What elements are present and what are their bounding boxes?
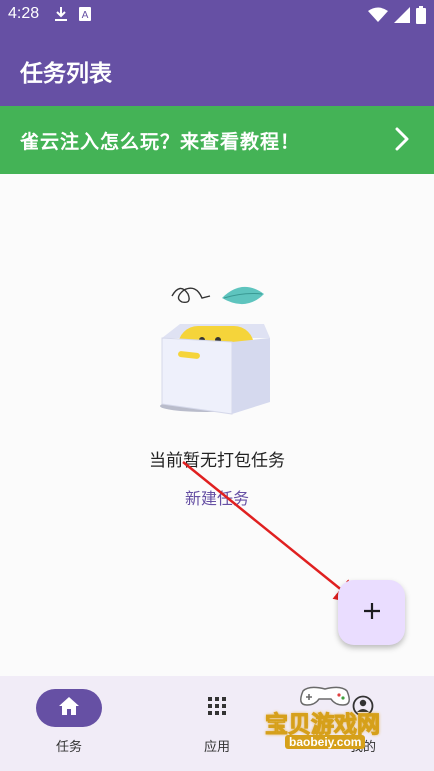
plus-icon xyxy=(362,601,382,625)
download-icon xyxy=(54,6,68,26)
a-notification-icon: A xyxy=(78,6,92,26)
watermark-text: 宝贝游戏网 xyxy=(265,712,381,739)
nav-indicator xyxy=(184,689,250,727)
svg-text:A: A xyxy=(82,10,89,21)
nav-label-tasks: 任务 xyxy=(55,740,82,755)
apps-grid-icon xyxy=(207,696,227,720)
nav-indicator xyxy=(36,689,102,727)
empty-box-icon xyxy=(150,276,280,420)
battery-icon xyxy=(416,6,426,28)
empty-state-message: 当前暂无打包任务 xyxy=(149,451,285,471)
new-task-link[interactable]: 新建任务 xyxy=(0,485,434,509)
watermark-url: baobeiy.com xyxy=(285,735,366,749)
status-bar: 4:28 A xyxy=(0,0,434,30)
tutorial-banner[interactable]: 雀云注入怎么玩？来查看教程！ xyxy=(0,106,434,174)
nav-item-tasks[interactable]: 任务 xyxy=(0,676,144,771)
app-bar: 任务列表 xyxy=(0,30,434,106)
banner-text: 雀云注入怎么玩？来查看教程！ xyxy=(20,131,301,153)
page-title: 任务列表 xyxy=(20,61,112,87)
home-icon xyxy=(58,696,80,720)
status-time: 4:28 xyxy=(8,5,40,22)
wifi-icon xyxy=(368,7,388,27)
signal-icon xyxy=(394,7,410,27)
add-task-button[interactable] xyxy=(338,580,405,645)
chevron-right-icon xyxy=(394,126,410,156)
